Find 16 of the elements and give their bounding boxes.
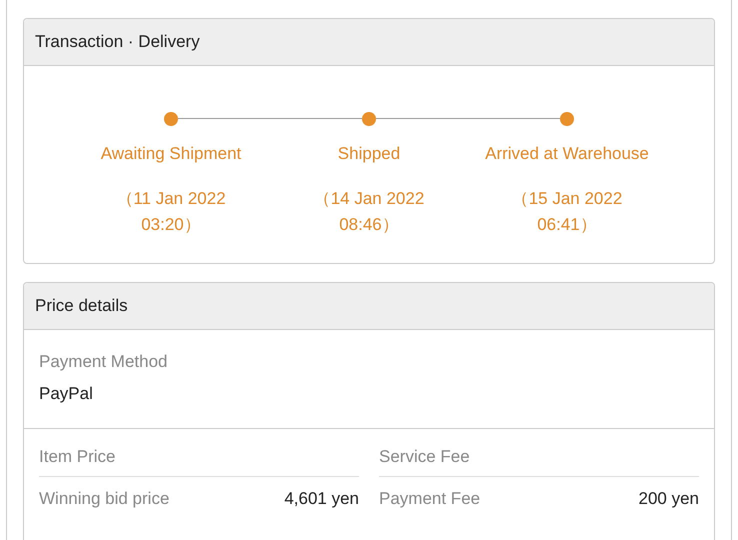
row-value: 4,601 yen <box>284 489 359 509</box>
step-date: （14 Jan 2022 08:46） <box>312 188 426 236</box>
step-label: Shipped <box>338 144 400 164</box>
field-value: PayPal <box>39 384 94 404</box>
step-date: （15 Jan 2022 06:41） <box>510 188 624 236</box>
row-label: Payment Fee <box>379 489 480 509</box>
row-label: Winning bid price <box>39 489 170 509</box>
step-date: （11 Jan 2022 03:20） <box>115 188 227 236</box>
field-label: Payment Method <box>39 352 169 372</box>
column-heading: Service Fee <box>379 447 699 477</box>
card-title: Price details <box>24 283 714 330</box>
column-heading: Item Price <box>39 447 359 477</box>
row-value: 200 yen <box>638 489 699 509</box>
step-label: Arrived at Warehouse <box>485 144 649 164</box>
step-label: Awaiting Shipment <box>100 144 242 164</box>
card-title: Transaction · Delivery <box>24 19 714 66</box>
